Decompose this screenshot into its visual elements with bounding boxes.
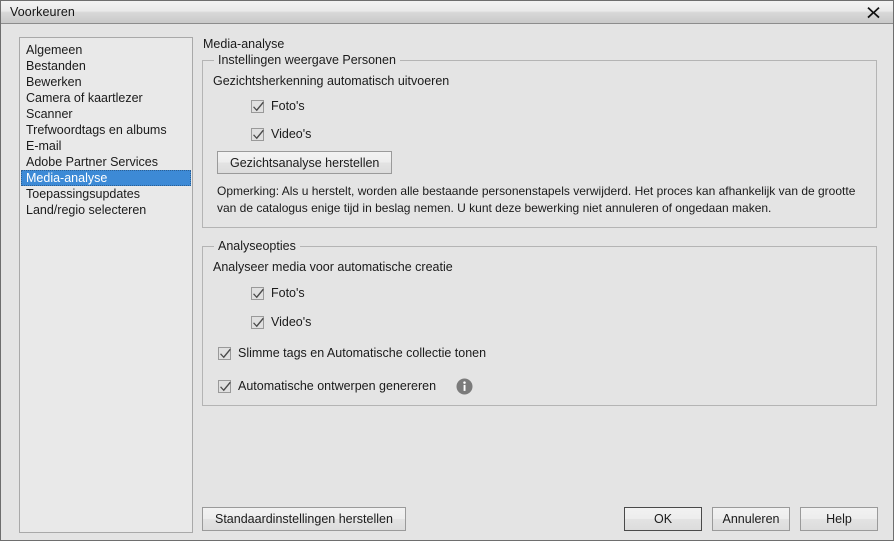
dialog-client-area: Algemeen Bestanden Bewerken Camera of ka… [2,24,892,539]
close-button[interactable] [851,1,893,23]
checkbox-auto-designs[interactable] [218,379,231,393]
restore-defaults-button[interactable]: Standaardinstellingen herstellen [202,507,406,531]
sidebar-item-adobe-partner-services[interactable]: Adobe Partner Services [20,154,192,170]
checkmark-icon [220,348,231,358]
group-people-legend: Instellingen weergave Personen [214,53,400,67]
checkbox-face-photos[interactable] [251,99,264,113]
sidebar-item-bestanden[interactable]: Bestanden [20,58,192,74]
checkmark-icon [253,129,264,139]
checkbox-smart-tags-label: Slimme tags en Automatische collectie to… [238,346,487,360]
window-title: Voorkeuren [10,5,75,19]
preferences-dialog: Voorkeuren Algemeen Bestanden Bewerken C… [0,0,894,541]
checkbox-row-face-photos[interactable]: Foto's [251,97,866,115]
checkbox-row-auto-designs[interactable]: Automatische ontwerpen genereren [218,377,866,395]
checkmark-icon [220,381,231,391]
group-analysis-legend: Analyseopties [214,239,300,253]
close-icon [866,6,880,19]
checkbox-face-videos[interactable] [251,127,264,141]
sidebar-item-scanner[interactable]: Scanner [20,106,192,122]
checkbox-row-face-videos[interactable]: Video's [251,125,866,143]
group-people-display-settings: Instellingen weergave Personen Gezichtsh… [202,53,877,228]
cancel-button[interactable]: Annuleren [712,507,790,531]
sidebar-item-land-regio-selecteren[interactable]: Land/regio selecteren [20,202,192,218]
help-button[interactable]: Help [800,507,878,531]
info-icon[interactable] [456,378,473,395]
checkbox-smart-tags[interactable] [218,346,231,360]
checkbox-row-analysis-videos[interactable]: Video's [251,313,866,331]
checkbox-row-smart-tags[interactable]: Slimme tags en Automatische collectie to… [218,344,866,362]
sidebar-item-bewerken[interactable]: Bewerken [20,74,192,90]
reset-face-analysis-button[interactable]: Gezichtsanalyse herstellen [217,151,393,174]
checkbox-analysis-photos-label: Foto's [271,286,305,300]
group-analysis-options: Analyseopties Analyseer media voor autom… [202,239,877,406]
sidebar-item-toepassingsupdates[interactable]: Toepassingsupdates [20,186,192,202]
checkbox-analysis-videos-label: Video's [271,315,312,329]
face-recognition-subtitle: Gezichtsherkenning automatisch uitvoeren [213,74,450,88]
ok-button[interactable]: OK [624,507,702,531]
sidebar-item-media-analyse[interactable]: Media-analyse [21,170,191,186]
dialog-footer: Standaardinstellingen herstellen OK Annu… [202,506,878,532]
sidebar-item-trefwoordtags-en-albums[interactable]: Trefwoordtags en albums [20,122,192,138]
face-reset-note: Opmerking: Als u herstelt, worden alle b… [217,184,856,215]
sidebar-item-camera-of-kaartlezer[interactable]: Camera of kaartlezer [20,90,192,106]
checkbox-analysis-videos[interactable] [251,315,264,329]
settings-pane: Media-analyse Instellingen weergave Pers… [202,37,878,533]
checkmark-icon [253,288,264,298]
checkbox-auto-designs-label: Automatische ontwerpen genereren [238,379,437,393]
analysis-subtitle: Analyseer media voor automatische creati… [213,260,453,274]
title-bar[interactable]: Voorkeuren [1,1,893,24]
sidebar-item-algemeen[interactable]: Algemeen [20,42,192,58]
checkbox-face-photos-label: Foto's [271,99,305,113]
checkbox-row-analysis-photos[interactable]: Foto's [251,284,866,302]
footer-action-buttons: OK Annuleren Help [624,507,878,531]
checkmark-icon [253,101,264,111]
sidebar-item-email[interactable]: E-mail [20,138,192,154]
checkmark-icon [253,317,264,327]
page-title: Media-analyse [203,37,285,51]
checkbox-face-videos-label: Video's [271,127,312,141]
checkbox-analysis-photos[interactable] [251,286,264,300]
category-list[interactable]: Algemeen Bestanden Bewerken Camera of ka… [19,37,193,533]
